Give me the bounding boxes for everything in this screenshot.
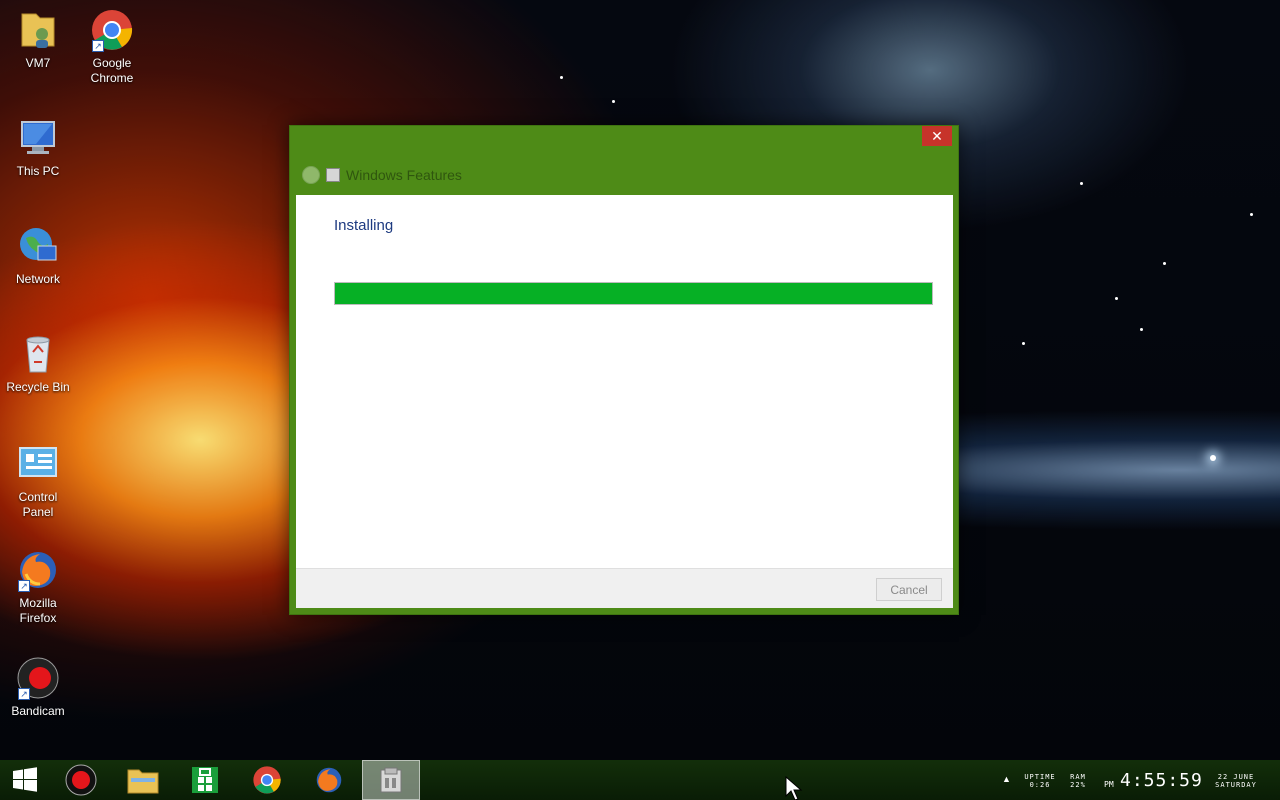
star	[1080, 182, 1083, 185]
folder-icon	[127, 769, 159, 794]
windows-logo-icon	[13, 767, 37, 792]
star	[1210, 455, 1216, 461]
dialog-footer: Cancel	[296, 568, 953, 608]
control-panel-icon	[16, 442, 60, 486]
taskbar-bandicam[interactable]	[52, 760, 110, 800]
cancel-button[interactable]: Cancel	[876, 578, 942, 601]
user-folder-icon	[16, 8, 60, 52]
show-hidden-icons-button[interactable]: ▲	[1002, 774, 1011, 784]
progress-bar-fill	[335, 283, 932, 304]
recycle-bin-icon	[16, 332, 60, 376]
desktop-icon-label: This PC	[16, 164, 60, 178]
start-button[interactable]	[0, 760, 50, 800]
star	[1115, 297, 1118, 300]
mouse-cursor-icon	[785, 776, 803, 800]
status-heading: Installing	[334, 217, 394, 234]
close-button[interactable]: ✕	[922, 126, 952, 146]
uptime-value: 0:26	[1029, 781, 1051, 789]
taskbar-chrome[interactable]	[238, 760, 296, 800]
windows-features-dialog: ✕ Windows Features Installing Cancel	[289, 125, 959, 615]
windows-features-icon	[380, 767, 402, 793]
star	[560, 76, 563, 79]
desktop-icon-recycle-bin[interactable]: Recycle Bin	[0, 332, 76, 395]
star	[1250, 213, 1253, 216]
computer-icon	[16, 116, 60, 160]
desktop-icon-network[interactable]: Network	[0, 224, 76, 287]
shortcut-arrow-icon: ↗	[18, 580, 30, 592]
back-arrow-icon[interactable]	[302, 166, 320, 184]
desktop-icon-mozilla-firefox[interactable]: ↗ Mozilla Firefox	[0, 548, 76, 626]
taskbar-windows-features[interactable]	[362, 760, 420, 800]
ram-value: 22%	[1070, 781, 1086, 789]
uptime-label: UPTIME	[1024, 773, 1056, 781]
desktop-icon-vm7[interactable]: VM7	[0, 8, 76, 71]
dialog-titlebar: Windows Features	[290, 160, 958, 190]
desktop-icon-this-pc[interactable]: This PC	[0, 116, 76, 179]
star	[612, 100, 615, 103]
store-icon	[192, 767, 218, 793]
shortcut-arrow-icon: ↗	[18, 688, 30, 700]
desktop-icon-label: VM7	[25, 56, 51, 70]
desktop-icon-bandicam[interactable]: ↗ Bandicam	[0, 656, 76, 719]
chrome-icon	[253, 766, 281, 794]
desktop-icon-label: Network	[15, 272, 60, 286]
clock-ampm: PM	[1104, 780, 1114, 789]
clock-time[interactable]: 4:55:59	[1120, 770, 1203, 791]
ram-label: RAM	[1070, 773, 1086, 781]
bandicam-icon: ↗	[16, 656, 60, 700]
desktop-icon-control-panel[interactable]: Control Panel	[0, 442, 76, 520]
clock-date: 22 JUNE	[1217, 773, 1255, 781]
network-globe-icon	[16, 224, 60, 268]
desktop-icon-label: Control Panel	[18, 490, 58, 519]
windows-features-icon	[326, 168, 340, 182]
desktop-icon-label: Bandicam	[11, 704, 65, 718]
firefox-icon: ↗	[16, 548, 60, 592]
dialog-content: Installing	[296, 195, 953, 568]
desktop-icon-label: Google Chrome	[90, 56, 134, 85]
progress-bar	[334, 282, 933, 305]
record-icon	[65, 764, 97, 796]
desktop-icon-label: Mozilla Firefox	[19, 596, 57, 625]
clock-day: SATURDAY	[1215, 781, 1257, 789]
desktop-icon-label: Recycle Bin	[6, 380, 70, 394]
star	[1163, 262, 1166, 265]
star	[1140, 328, 1143, 331]
star	[1022, 342, 1025, 345]
taskbar-store[interactable]	[176, 760, 234, 800]
desktop-icon-google-chrome[interactable]: ↗ Google Chrome	[74, 8, 150, 86]
taskbar-file-explorer[interactable]	[114, 760, 172, 800]
chrome-icon: ↗	[90, 8, 134, 52]
shortcut-arrow-icon: ↗	[92, 40, 104, 52]
taskbar-firefox[interactable]	[300, 760, 358, 800]
firefox-icon	[316, 767, 342, 793]
dialog-title: Windows Features	[346, 167, 462, 183]
